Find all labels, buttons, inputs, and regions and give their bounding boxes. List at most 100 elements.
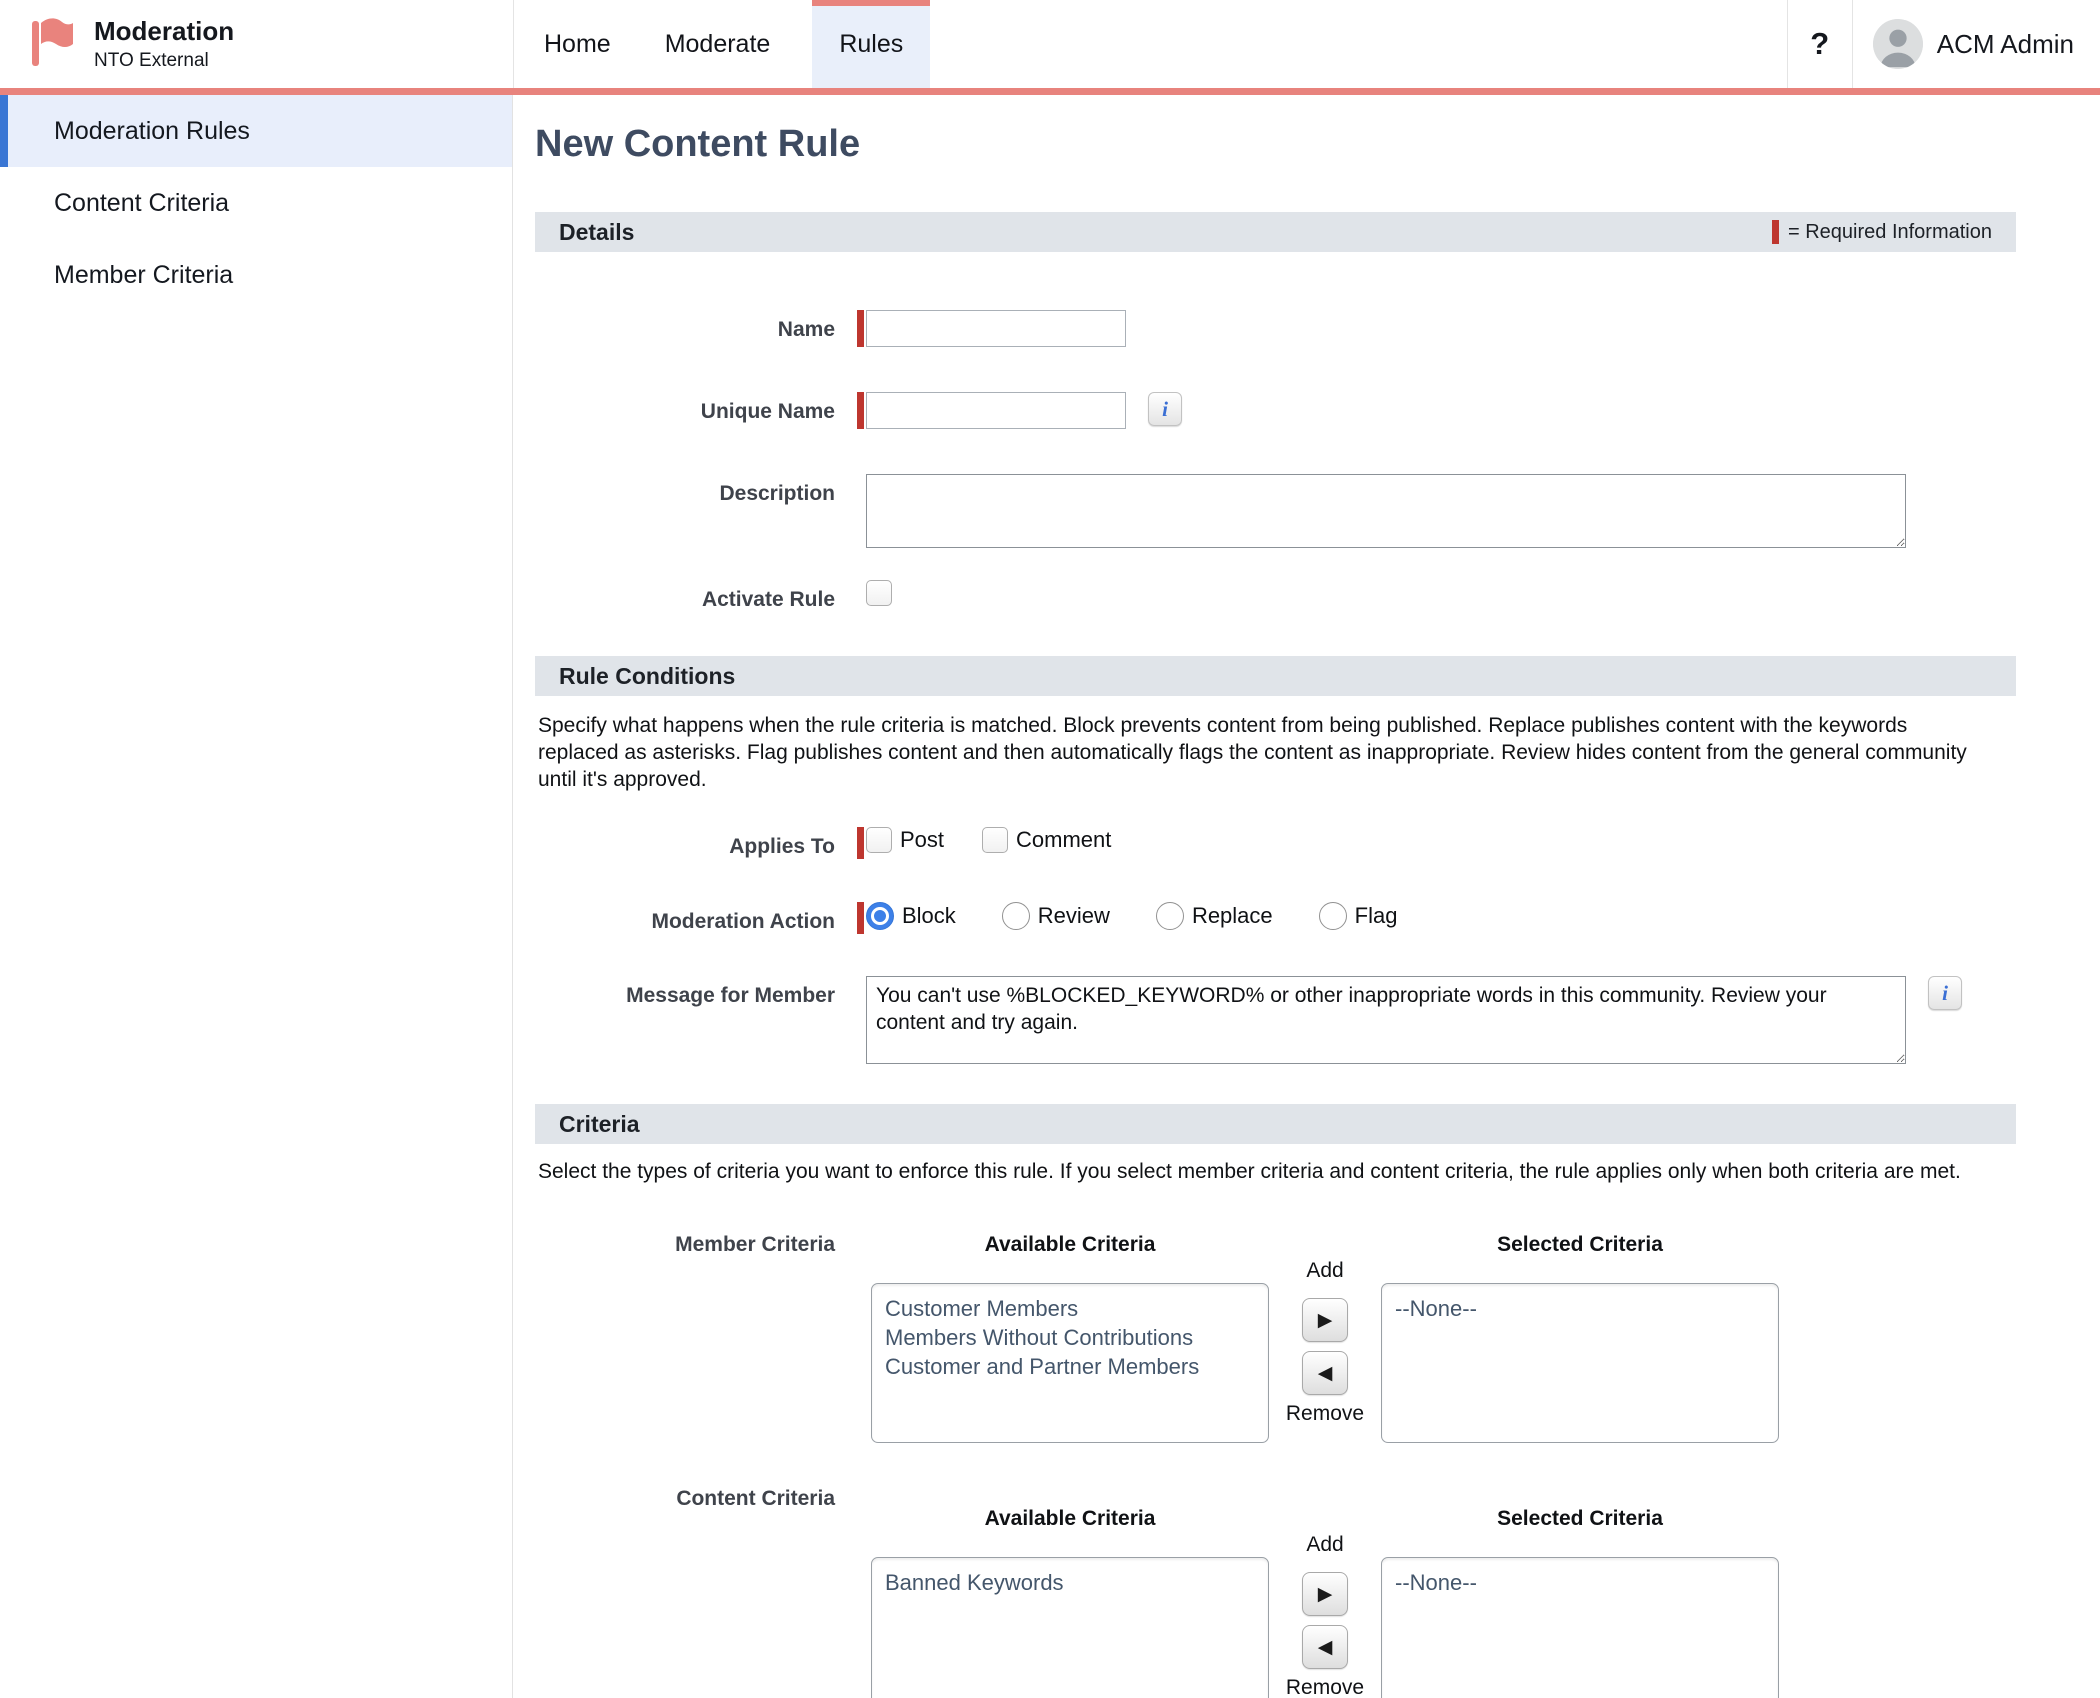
description-label: Description xyxy=(535,474,835,548)
review-radio[interactable] xyxy=(1002,902,1030,930)
details-section-header: Details = Required Information xyxy=(535,212,2016,252)
content-move-buttons: ▶ ◀ Remove xyxy=(1269,1557,1381,1698)
user-name: ACM Admin xyxy=(1937,29,2074,60)
member-criteria-block: Member Criteria Available Criteria Add S… xyxy=(535,1233,2100,1443)
settings-sidebar: Moderation Rules Content Criteria Member… xyxy=(0,95,513,1698)
list-option[interactable]: Banned Keywords xyxy=(885,1568,1255,1597)
action-option-replace: Replace xyxy=(1156,902,1273,930)
moderation-settings-page: Moderation NTO External Home Moderate Ru… xyxy=(0,0,2100,1698)
flag-label: Flag xyxy=(1355,903,1398,929)
required-legend-text: = Required Information xyxy=(1788,221,1992,244)
top-right-controls: ? ACM Admin xyxy=(1787,0,2100,88)
details-section-title: Details xyxy=(559,219,634,246)
member-add-label: Add xyxy=(1269,1233,1381,1283)
main-content: New Content Rule Details = Required Info… xyxy=(513,95,2100,1698)
avatar xyxy=(1873,19,1923,69)
member-selected-listbox[interactable]: --None-- xyxy=(1381,1283,1779,1443)
list-option[interactable]: --None-- xyxy=(1395,1568,1765,1597)
message-for-member-label: Message for Member xyxy=(535,976,835,1064)
member-selected-title: Selected Criteria xyxy=(1381,1233,1779,1269)
content-remove-label: Remove xyxy=(1286,1676,1364,1698)
sidebar-item-moderation-rules[interactable]: Moderation Rules xyxy=(0,95,512,167)
page-title: New Content Rule xyxy=(535,122,2100,166)
description-textarea[interactable] xyxy=(866,474,1906,548)
moderation-action-row: Moderation Action Block Review Replace xyxy=(535,902,2100,934)
rule-conditions-intro: Specify what happens when the rule crite… xyxy=(538,712,1970,793)
applies-to-required-marker xyxy=(857,827,864,859)
applies-option-comment: Comment xyxy=(982,827,1111,853)
required-legend: = Required Information xyxy=(1772,220,1992,244)
content-selected-title: Selected Criteria xyxy=(1381,1507,1779,1543)
flag-radio[interactable] xyxy=(1319,902,1347,930)
content-criteria-block: Content Criteria Available Criteria Add … xyxy=(535,1487,2100,1698)
content-available-title: Available Criteria xyxy=(871,1507,1269,1543)
action-option-flag: Flag xyxy=(1319,902,1398,930)
content-selected-listbox[interactable]: --None-- xyxy=(1381,1557,1779,1698)
member-move-buttons: ▶ ◀ Remove xyxy=(1269,1283,1381,1426)
tab-rules[interactable]: Rules xyxy=(812,0,930,88)
unique-name-row: Unique Name i xyxy=(535,392,2100,429)
description-spacer xyxy=(857,474,864,548)
block-label: Block xyxy=(902,903,956,929)
help-icon[interactable]: ? xyxy=(1787,0,1853,88)
message-spacer xyxy=(857,976,864,1064)
applies-to-label: Applies To xyxy=(535,827,835,859)
name-row: Name xyxy=(535,310,2100,347)
post-checkbox[interactable] xyxy=(866,827,892,853)
list-option[interactable]: --None-- xyxy=(1395,1294,1765,1323)
unique-name-input[interactable] xyxy=(866,392,1126,429)
replace-label: Replace xyxy=(1192,903,1273,929)
criteria-section-header: Criteria xyxy=(535,1104,2016,1144)
unique-name-required-marker xyxy=(857,392,864,429)
app-title: Moderation xyxy=(94,16,234,46)
message-for-member-textarea[interactable]: You can't use %BLOCKED_KEYWORD% or other… xyxy=(866,976,1906,1064)
member-remove-button[interactable]: ◀ xyxy=(1302,1351,1348,1395)
name-input[interactable] xyxy=(866,310,1126,347)
post-label: Post xyxy=(900,827,944,853)
applies-option-post: Post xyxy=(866,827,944,853)
activate-rule-label: Activate Rule xyxy=(535,580,835,612)
comment-checkbox[interactable] xyxy=(982,827,1008,853)
list-option[interactable]: Customer Members xyxy=(885,1294,1255,1323)
activate-rule-checkbox[interactable] xyxy=(866,580,892,606)
criteria-title: Criteria xyxy=(559,1111,640,1138)
flag-icon xyxy=(28,14,74,75)
name-label: Name xyxy=(535,310,835,347)
member-add-button[interactable]: ▶ xyxy=(1302,1298,1348,1342)
app-title-block: Moderation NTO External xyxy=(94,16,234,73)
member-available-title: Available Criteria xyxy=(871,1233,1269,1269)
comment-label: Comment xyxy=(1016,827,1111,853)
sidebar-item-member-criteria[interactable]: Member Criteria xyxy=(0,239,512,311)
tab-moderate[interactable]: Moderate xyxy=(641,0,795,88)
content-criteria-label: Content Criteria xyxy=(535,1487,835,1511)
content-add-label: Add xyxy=(1269,1507,1381,1557)
list-option[interactable]: Customer and Partner Members xyxy=(885,1352,1255,1381)
member-available-listbox[interactable]: Customer Members Members Without Contrib… xyxy=(871,1283,1269,1443)
action-option-review: Review xyxy=(1002,902,1110,930)
activate-spacer xyxy=(857,580,864,612)
unique-name-info-icon[interactable]: i xyxy=(1148,392,1182,426)
applies-to-row: Applies To Post Comment xyxy=(535,827,2100,859)
review-label: Review xyxy=(1038,903,1110,929)
unique-name-label: Unique Name xyxy=(535,392,835,429)
content-remove-button[interactable]: ◀ xyxy=(1302,1625,1348,1669)
user-menu[interactable]: ACM Admin xyxy=(1853,0,2100,88)
moderation-action-required-marker xyxy=(857,902,864,934)
activate-rule-row: Activate Rule xyxy=(535,580,2100,612)
content-available-listbox[interactable]: Banned Keywords xyxy=(871,1557,1269,1698)
moderation-action-label: Moderation Action xyxy=(535,902,835,934)
content-add-button[interactable]: ▶ xyxy=(1302,1572,1348,1616)
action-option-block: Block xyxy=(866,902,956,930)
list-option[interactable]: Members Without Contributions xyxy=(885,1323,1255,1352)
tab-home[interactable]: Home xyxy=(520,0,635,88)
name-required-marker xyxy=(857,310,864,347)
sidebar-item-content-criteria[interactable]: Content Criteria xyxy=(0,167,512,239)
replace-radio[interactable] xyxy=(1156,902,1184,930)
message-info-icon[interactable]: i xyxy=(1928,976,1962,1010)
app-subtitle: NTO External xyxy=(94,49,234,73)
accent-bar xyxy=(0,88,2100,95)
member-criteria-label: Member Criteria xyxy=(535,1233,835,1257)
block-radio[interactable] xyxy=(866,902,894,930)
criteria-intro: Select the types of criteria you want to… xyxy=(538,1158,1970,1185)
top-bar: Moderation NTO External Home Moderate Ru… xyxy=(0,0,2100,88)
